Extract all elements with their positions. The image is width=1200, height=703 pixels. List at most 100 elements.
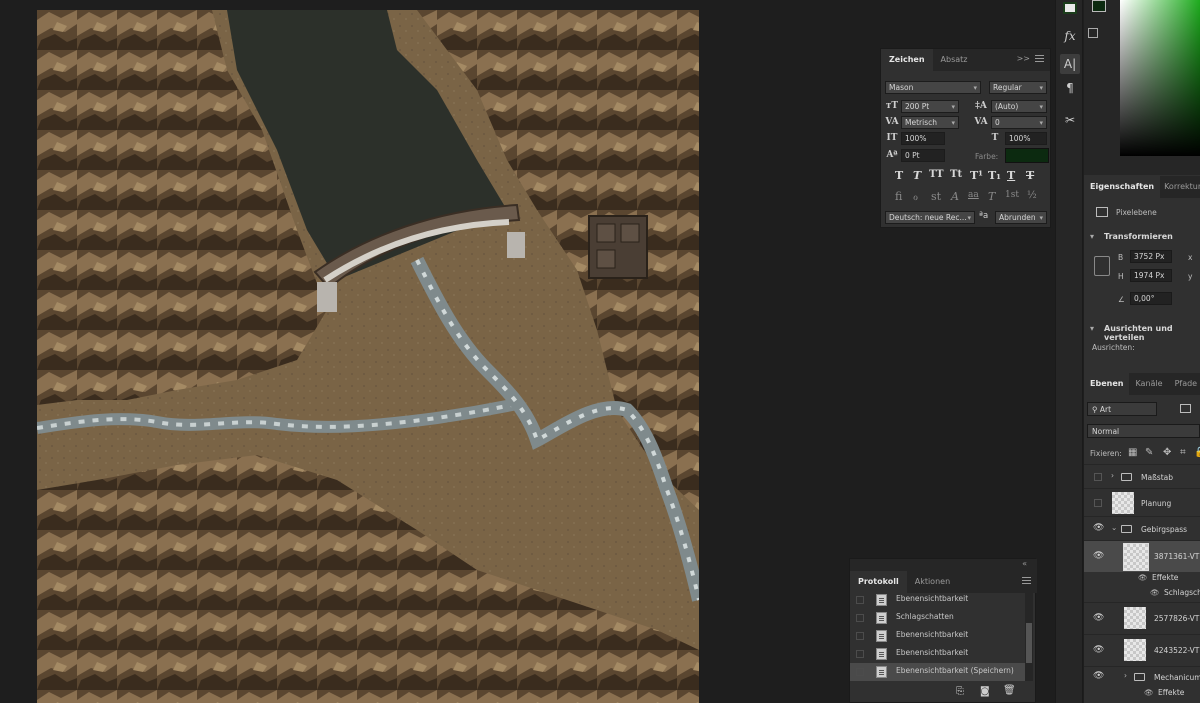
font-family-select[interactable]: Mason ▾ [885, 81, 981, 94]
height-field[interactable]: 1974 Px [1130, 269, 1172, 282]
eye-icon[interactable]: 👁 [1150, 588, 1160, 597]
character-panel-icon[interactable]: A| [1060, 54, 1080, 74]
fx-icon[interactable]: fx [1060, 26, 1080, 46]
tab-protokoll[interactable]: Protokoll [850, 571, 907, 593]
fractions-icon[interactable]: ½ [1027, 190, 1037, 201]
map-image[interactable] [37, 10, 699, 703]
angle-field[interactable]: 0,00° [1130, 292, 1172, 305]
faux-bold-icon[interactable]: T [895, 169, 903, 182]
lock-all-icon[interactable]: 🔒 [1194, 447, 1200, 458]
history-item[interactable]: Ebenensichtbarkeit [850, 627, 1025, 645]
layer-row[interactable]: 👁 ⌄ Gebirgspass [1084, 516, 1200, 540]
eye-icon[interactable]: 👁 [1093, 671, 1104, 681]
effects-row[interactable]: 👁 Effekte [1084, 572, 1200, 586]
lock-pixels-icon[interactable]: ✎ [1145, 447, 1153, 458]
effect-row[interactable]: 👁 Schlagsch [1084, 586, 1200, 602]
text-color-swatch[interactable] [1005, 148, 1049, 163]
link-icon[interactable] [1094, 256, 1110, 276]
history-item-selected[interactable]: Ebenensichtbarkeit (Speichern) [850, 663, 1025, 681]
history-item[interactable]: Schlagschatten [850, 609, 1025, 627]
history-scrollbar[interactable] [1025, 593, 1033, 681]
kerning-select[interactable]: Metrisch ▾ [901, 116, 959, 129]
panel-menu-icon[interactable] [1035, 55, 1044, 64]
lock-transparency-icon[interactable]: ▦ [1128, 447, 1137, 458]
tab-kanaele[interactable]: Kanäle [1129, 373, 1168, 395]
history-snapshot-checkbox[interactable] [856, 596, 864, 604]
contextual-alternates-icon[interactable]: ℴ [913, 190, 918, 203]
horizontal-scale-field[interactable]: 100% [1005, 132, 1047, 145]
underline-icon[interactable]: T [1007, 169, 1015, 182]
vertical-scale-field[interactable]: 100% [901, 132, 945, 145]
eye-icon[interactable]: 👁 [1138, 573, 1148, 582]
chevron-right-icon[interactable]: › [1124, 671, 1127, 680]
superscript-icon[interactable]: T¹ [970, 169, 983, 182]
eye-icon[interactable]: 👁 [1093, 645, 1104, 655]
layer-row[interactable]: 👁 2577826-VT M [1084, 602, 1200, 634]
small-caps-icon[interactable]: Tt [950, 169, 962, 180]
layer-row[interactable]: 👁 4243522-VT I [1084, 634, 1200, 666]
leading-field[interactable]: (Auto) ▾ [991, 100, 1047, 113]
swash-icon[interactable]: A [951, 190, 959, 203]
ordinals-icon[interactable]: 1st [1005, 190, 1019, 200]
ligatures-icon[interactable]: fi [895, 190, 902, 203]
tab-korrekturen[interactable]: Korrekturen [1160, 176, 1200, 198]
tool-presets-icon[interactable]: ✂ [1060, 110, 1080, 130]
titling-alternates-icon[interactable]: T [988, 190, 995, 203]
tab-pfade[interactable]: Pfade [1169, 373, 1200, 395]
blend-mode-select[interactable]: Normal [1087, 424, 1200, 438]
layer-filter-select[interactable]: ⚲ Art [1087, 402, 1157, 416]
eye-icon[interactable]: 👁 [1093, 613, 1104, 623]
foreground-color[interactable] [1092, 0, 1106, 12]
color-field[interactable] [1120, 0, 1200, 156]
effects-row[interactable]: 👁 Effekte [1084, 686, 1200, 703]
tab-eigenschaften[interactable]: Eigenschaften [1084, 176, 1161, 198]
visibility-toggle[interactable] [1094, 499, 1102, 507]
chevron-right-icon[interactable]: › [1111, 471, 1114, 480]
strikethrough-icon[interactable]: T [1026, 169, 1034, 182]
chevron-down-icon[interactable]: ▾ [1090, 232, 1094, 241]
chevron-down-icon[interactable]: ⌄ [1111, 523, 1117, 532]
history-snapshot-checkbox[interactable] [856, 632, 864, 640]
lock-position-icon[interactable]: ✥ [1163, 447, 1171, 458]
discretionary-ligatures-icon[interactable]: st [931, 190, 941, 203]
baseline-shift-field[interactable]: 0 Pt [901, 149, 945, 162]
camera-icon[interactable]: ◙ [980, 686, 990, 697]
layer-row-selected[interactable]: 👁 3871361-VT I [1084, 540, 1200, 572]
lock-artboard-icon[interactable]: ⌗ [1180, 447, 1186, 458]
layer-row[interactable]: › Maßstab [1084, 464, 1200, 488]
layer-row[interactable]: 👁 › Mechanicum [1084, 666, 1200, 686]
collapse-icon[interactable]: >> [1017, 54, 1030, 63]
visibility-toggle[interactable] [1094, 473, 1102, 481]
faux-italic-icon[interactable]: T [913, 169, 921, 182]
eye-icon[interactable]: 👁 [1144, 688, 1154, 697]
antialias-select[interactable]: Abrunden ▾ [995, 211, 1047, 224]
eye-icon[interactable]: 👁 [1093, 523, 1104, 533]
new-document-from-state-icon[interactable]: ⎘ [956, 686, 964, 697]
tab-zeichen[interactable]: Zeichen [881, 49, 933, 71]
all-caps-icon[interactable]: TT [929, 169, 944, 180]
font-style-select[interactable]: Regular ▾ [989, 81, 1047, 94]
image-filter-icon[interactable] [1180, 404, 1191, 413]
layer-row[interactable]: Planung [1084, 488, 1200, 516]
history-snapshot-checkbox[interactable] [856, 668, 864, 676]
eye-icon[interactable]: 👁 [1093, 551, 1104, 561]
subscript-icon[interactable]: T₁ [988, 169, 1001, 182]
history-snapshot-checkbox[interactable] [856, 650, 864, 658]
chevron-down-icon[interactable]: ▾ [1090, 324, 1094, 333]
history-item[interactable]: Ebenensichtbarkeit [850, 591, 1025, 609]
tab-absatz[interactable]: Absatz [933, 49, 976, 71]
color-swatch-icon[interactable] [1063, 2, 1077, 14]
collapse-icon[interactable]: « [1022, 559, 1027, 568]
trash-icon[interactable]: 🗑 [1003, 685, 1016, 696]
language-select[interactable]: Deutsch: neue Rec... ▾ [885, 211, 975, 224]
scrollbar-thumb[interactable] [1026, 623, 1032, 663]
tab-ebenen[interactable]: Ebenen [1084, 373, 1130, 395]
tab-aktionen[interactable]: Aktionen [907, 571, 958, 593]
stylistic-alternates-icon[interactable]: aa [968, 190, 979, 200]
tracking-select[interactable]: 0 ▾ [991, 116, 1047, 129]
paragraph-icon[interactable]: ¶ [1060, 78, 1080, 98]
history-snapshot-checkbox[interactable] [856, 614, 864, 622]
width-field[interactable]: 3752 Px [1130, 250, 1172, 263]
history-item[interactable]: Ebenensichtbarkeit [850, 645, 1025, 663]
font-size-field[interactable]: 200 Pt ▾ [901, 100, 959, 113]
